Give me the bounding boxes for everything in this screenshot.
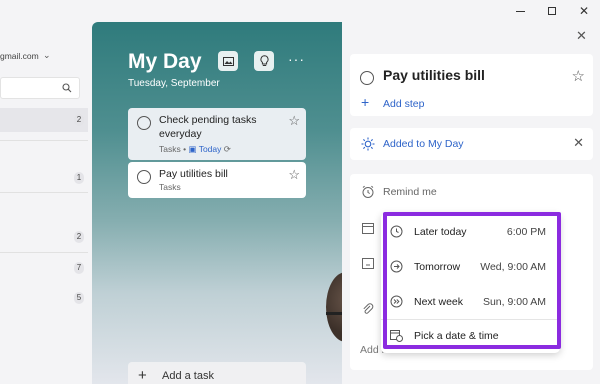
complete-task-checkbox[interactable]	[137, 116, 151, 130]
complete-task-checkbox[interactable]	[137, 170, 151, 184]
lightbulb-button[interactable]	[254, 51, 274, 71]
task-list-name: Tasks	[159, 144, 181, 154]
account-chevron-icon[interactable]: ⌄	[43, 50, 51, 61]
add-step-button[interactable]: Add step	[383, 98, 424, 110]
minimize-icon	[515, 10, 525, 12]
task-due: Today	[198, 144, 222, 154]
minimize-button[interactable]	[505, 3, 535, 19]
sidebar-divider	[0, 140, 88, 141]
repeat-icon[interactable]	[361, 256, 375, 270]
title-bar: ✕	[0, 0, 600, 22]
task-list-name: Tasks	[159, 182, 181, 192]
maximize-button[interactable]	[537, 3, 567, 19]
count-badge: 2	[74, 114, 84, 126]
page-date: Tuesday, September	[128, 78, 220, 89]
alarm-icon	[362, 185, 374, 198]
page-title: My Day	[128, 50, 202, 73]
search-input[interactable]	[0, 77, 80, 99]
close-window-button[interactable]: ✕	[569, 3, 599, 19]
task-meta: Tasks • ▣ Today ⟳	[159, 144, 231, 155]
count-badge: 5	[74, 292, 84, 304]
calendar-icon[interactable]	[361, 221, 375, 235]
task-title: Check pending tasks everyday	[159, 114, 257, 140]
sidebar-item-list[interactable]: 2	[0, 225, 88, 249]
account-email[interactable]: gmail.com	[0, 51, 39, 61]
count-badge: 1	[74, 172, 84, 184]
remind-me-button[interactable]: Remind me	[383, 186, 437, 198]
count-badge: 7	[74, 262, 84, 274]
star-icon[interactable]: ☆	[288, 113, 300, 129]
suggestions-button[interactable]	[218, 51, 238, 71]
count-badge: 2	[74, 231, 84, 243]
my-day-panel: My Day Tuesday, September ··· Check pend…	[92, 22, 342, 384]
star-icon[interactable]: ☆	[572, 67, 585, 85]
sidebar-item-my-day[interactable]: 2	[0, 108, 88, 132]
paperclip-icon[interactable]	[361, 302, 375, 316]
background-planet-band	[326, 312, 342, 315]
sidebar-divider	[0, 252, 88, 253]
search-icon	[62, 83, 72, 93]
task-title-card: Pay utilities bill ☆ + Add step	[350, 54, 593, 116]
task-card[interactable]: Pay utilities bill Tasks ☆	[128, 162, 306, 198]
close-detail-button[interactable]: ✕	[576, 28, 587, 44]
added-to-my-day-row[interactable]: Added to My Day ✕	[350, 128, 593, 160]
lightbulb-icon	[259, 55, 269, 66]
image-icon	[222, 56, 234, 66]
sidebar: gmail.com ⌄ 2 1 2 7 5	[0, 22, 92, 384]
more-options-button[interactable]: ···	[288, 51, 305, 67]
close-icon: ✕	[578, 4, 590, 18]
maximize-icon	[548, 7, 556, 15]
repeat-icon: ⟳	[223, 144, 231, 154]
sidebar-item-list[interactable]: 7	[0, 256, 88, 280]
star-icon[interactable]: ☆	[288, 167, 300, 183]
close-icon: ✕	[573, 135, 584, 150]
background-planet	[326, 272, 342, 342]
added-to-my-day-label: Added to My Day	[383, 138, 464, 150]
task-card[interactable]: Check pending tasks everyday Tasks • ▣ T…	[128, 108, 306, 160]
detail-task-title[interactable]: Pay utilities bill	[383, 67, 485, 83]
sidebar-divider	[0, 192, 88, 193]
sun-icon	[361, 137, 375, 151]
plus-icon: +	[361, 94, 370, 110]
close-icon: ✕	[576, 28, 587, 43]
add-task-input[interactable]: + Add a task	[128, 362, 306, 384]
sidebar-item-list[interactable]: 5	[0, 286, 88, 310]
sidebar-item-list[interactable]: 1	[0, 166, 88, 190]
task-title: Pay utilities bill	[159, 168, 228, 180]
calendar-icon: ▣	[188, 144, 197, 154]
ellipsis-icon: ···	[288, 51, 305, 67]
remove-from-my-day-button[interactable]: ✕	[573, 135, 584, 151]
plus-icon: +	[138, 367, 147, 384]
complete-task-checkbox[interactable]	[360, 71, 374, 85]
add-task-label: Add a task	[162, 370, 214, 382]
highlight-box	[383, 212, 561, 349]
